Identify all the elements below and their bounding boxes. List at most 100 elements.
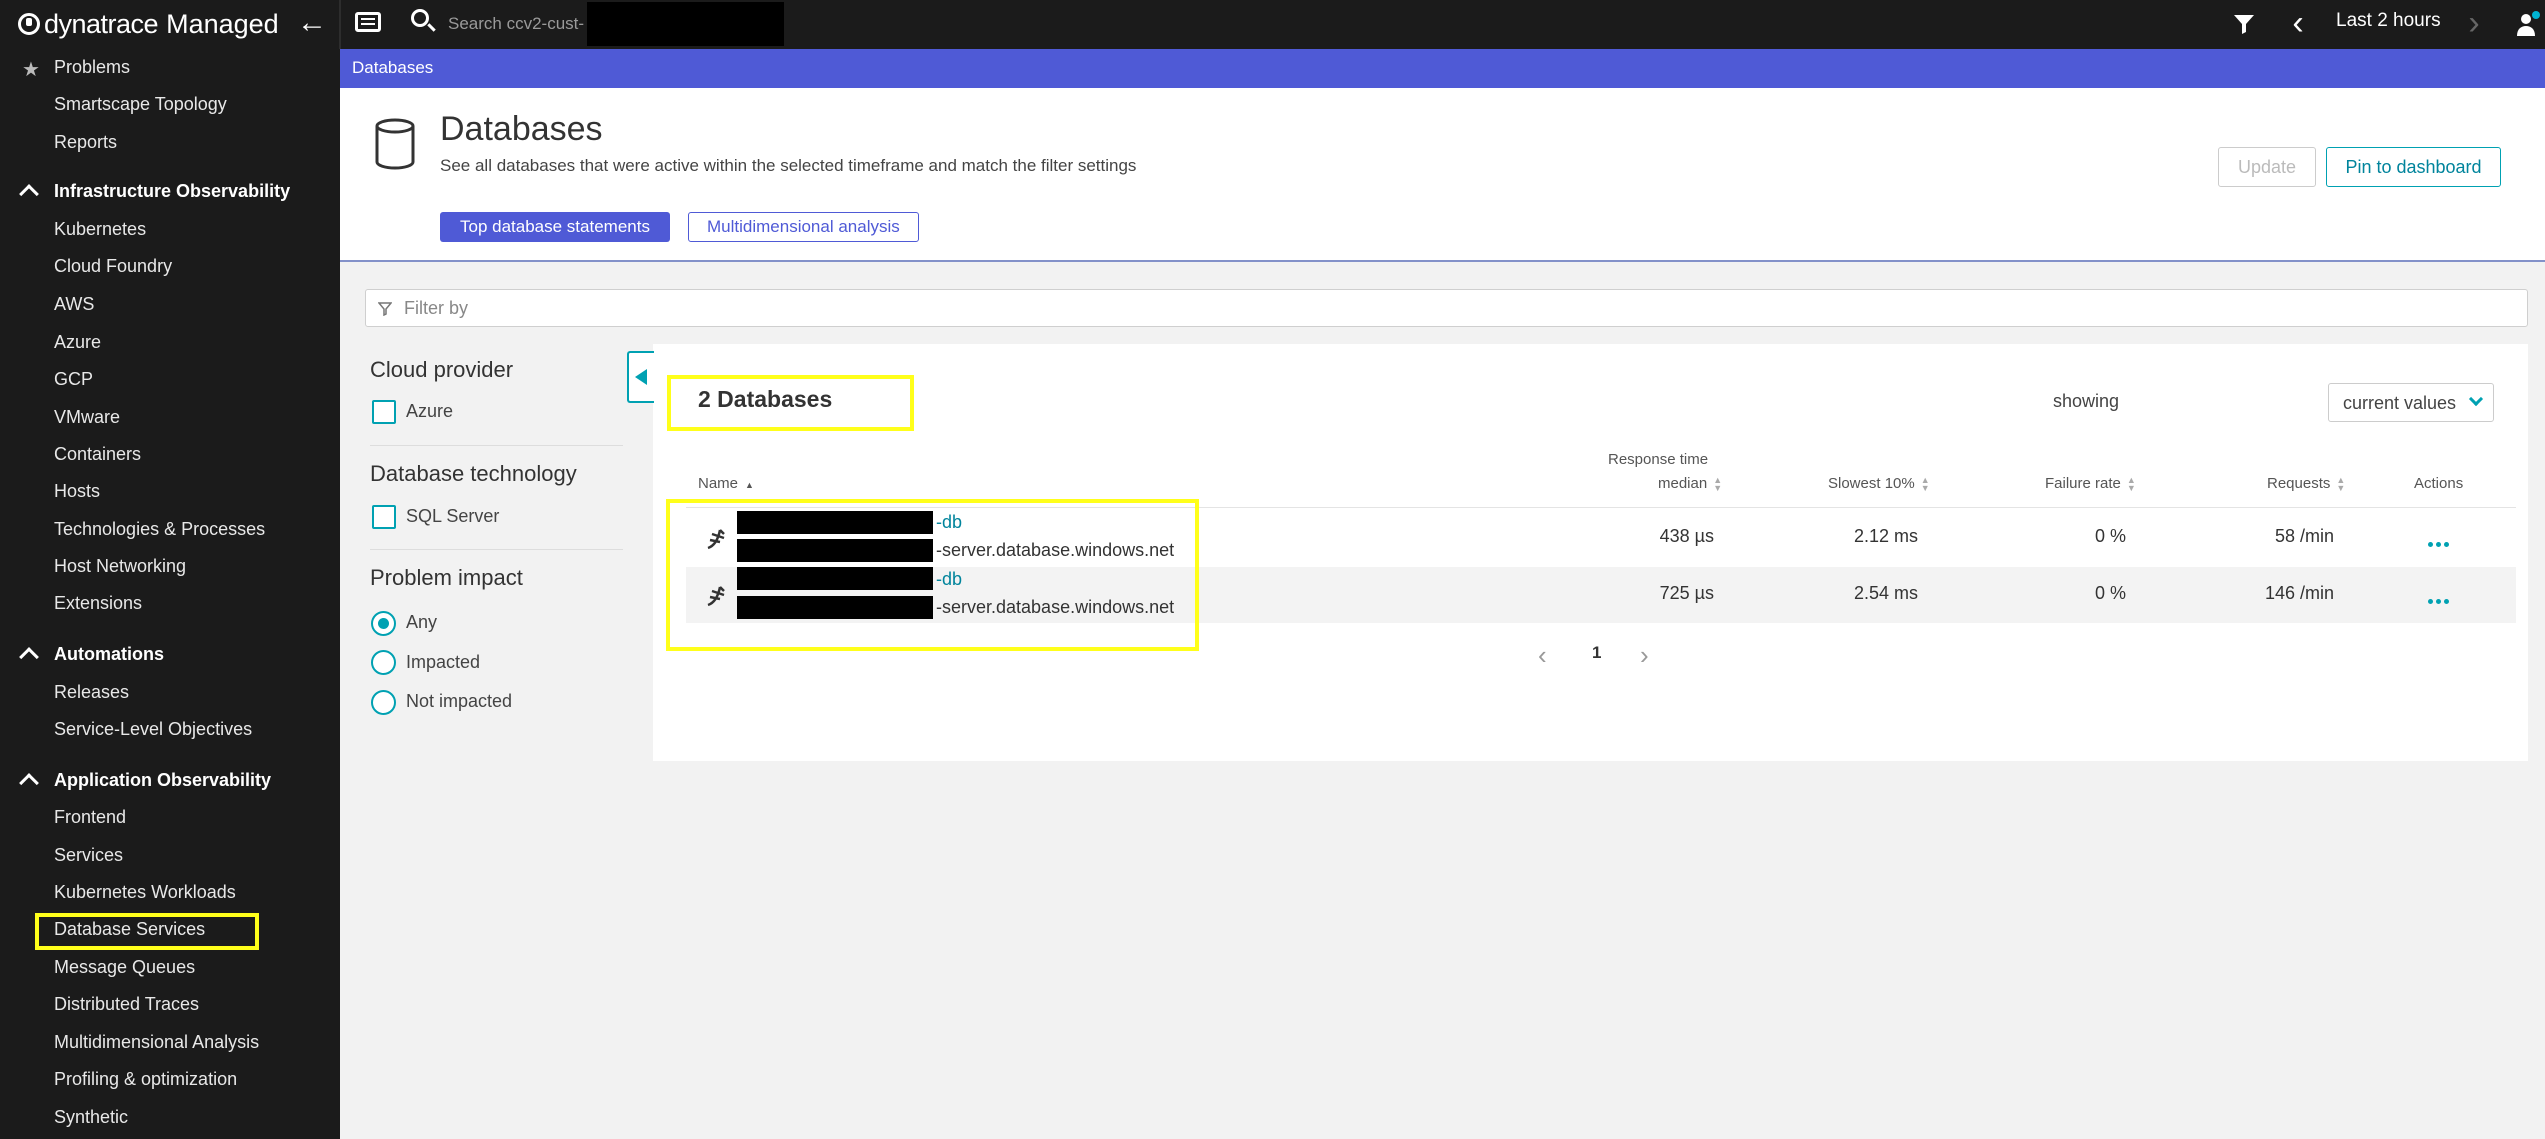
pin-to-dashboard-button[interactable]: Pin to dashboard [2326, 147, 2501, 187]
facet-label-any[interactable]: Any [406, 612, 437, 633]
facet-title-cloud-provider: Cloud provider [370, 357, 514, 382]
showing-label: showing [2053, 391, 2120, 411]
chevron-up-icon[interactable] [19, 773, 39, 793]
sidebar-item-containers[interactable]: Containers [54, 444, 141, 465]
column-header-slowest[interactable]: Slowest 10% ▲ ▼ [1828, 475, 1930, 494]
filter-bar[interactable] [365, 289, 2528, 327]
pagination-page-number[interactable]: 1 [1592, 643, 1601, 663]
highlight-box [666, 499, 1199, 651]
sidebar-item-releases[interactable]: Releases [54, 682, 129, 703]
filter-funnel-icon[interactable] [2232, 12, 2256, 36]
sort-icon: ▲ ▼ [2336, 475, 2346, 494]
column-header-name[interactable]: Name ▲ [698, 475, 754, 492]
redacted-region [587, 2, 784, 46]
timeframe-selector[interactable]: Last 2 hours [2336, 10, 2441, 32]
column-header-response-line2[interactable]: median ▲ ▼ [1658, 475, 1723, 494]
checkbox-sql-server[interactable] [372, 505, 396, 529]
sort-icon: ▲ ▼ [1713, 475, 1723, 494]
chevron-up-icon[interactable] [19, 647, 39, 667]
sidebar-section-automations[interactable]: Automations [54, 644, 164, 665]
more-actions-icon[interactable] [2428, 591, 2452, 604]
chevron-up-icon[interactable] [19, 184, 39, 204]
sidebar-item-cloud-foundry[interactable]: Cloud Foundry [54, 256, 172, 277]
sidebar-item-reports[interactable]: Reports [54, 132, 117, 153]
next-timeframe-chevron-icon[interactable]: › [2460, 6, 2488, 42]
page-description: See all databases that were active withi… [440, 156, 1137, 175]
dynatrace-logo-icon [18, 13, 40, 35]
page-header: Databases See all databases that were ac… [340, 88, 2545, 262]
sidebar-item-technologies[interactable]: Technologies & Processes [54, 519, 265, 540]
facet-label-impacted[interactable]: Impacted [406, 652, 480, 673]
column-header-failure[interactable]: Failure rate ▲ ▼ [2045, 475, 2136, 494]
sort-icon: ▲ ▼ [1920, 475, 1930, 494]
column-header-name-label: Name [698, 475, 739, 492]
search-icon[interactable] [411, 9, 429, 27]
cell-requests: 58 /min [2274, 526, 2334, 546]
radio-impacted[interactable] [371, 650, 396, 675]
collapse-facets-arrow-icon[interactable] [627, 351, 654, 403]
facet-label-not-impacted[interactable]: Not impacted [406, 691, 512, 712]
top-database-statements-button[interactable]: Top database statements [440, 212, 670, 242]
highlight-box [667, 375, 914, 431]
breadcrumb-bar: Databases [340, 49, 2545, 88]
brand-name: dynatrace [44, 8, 159, 39]
filter-funnel-icon [378, 302, 392, 316]
sidebar-section-infrastructure[interactable]: Infrastructure Observability [54, 181, 290, 202]
sidebar-item-vmware[interactable]: VMware [54, 407, 120, 428]
previous-timeframe-chevron-icon[interactable]: ‹ [2284, 6, 2312, 42]
sidebar-item-frontend[interactable]: Frontend [54, 807, 126, 828]
sidebar-item-problems[interactable]: Problems [54, 57, 130, 78]
column-header-slowest-label: Slowest 10% [1828, 475, 1915, 492]
dynatrace-logo[interactable]: dynatrace Managed [18, 6, 279, 42]
divider [370, 445, 623, 446]
breadcrumb[interactable]: Databases [352, 58, 433, 78]
radio-not-impacted[interactable] [371, 690, 396, 715]
user-account-icon[interactable] [2516, 10, 2540, 38]
sidebar-section-application[interactable]: Application Observability [54, 770, 271, 791]
sidebar-item-multidimensional-analysis[interactable]: Multidimensional Analysis [54, 1032, 259, 1053]
divider [370, 549, 623, 550]
sidebar-item-kubernetes[interactable]: Kubernetes [54, 219, 146, 240]
sidebar-item-services[interactable]: Services [54, 845, 123, 866]
showing-select[interactable]: current values [2328, 383, 2494, 422]
sidebar-item-gcp[interactable]: GCP [54, 369, 93, 390]
sidebar-item-distributed-traces[interactable]: Distributed Traces [54, 994, 199, 1015]
sidebar-item-kubernetes-workloads[interactable]: Kubernetes Workloads [54, 882, 236, 903]
facet-title-db-technology: Database technology [370, 461, 577, 486]
sidebar-item-message-queues[interactable]: Message Queues [54, 957, 195, 978]
column-header-requests[interactable]: Requests ▲ ▼ [2267, 475, 2346, 494]
pagination-next-chevron-icon[interactable]: › [1640, 640, 1649, 671]
sidebar-item-aws[interactable]: AWS [54, 294, 94, 315]
update-button[interactable]: Update [2218, 147, 2316, 187]
dashboard-monitor-icon[interactable] [355, 12, 381, 32]
facet-label-sql-server[interactable]: SQL Server [406, 506, 499, 527]
topbar-divider [339, 0, 341, 49]
star-icon[interactable]: ★ [22, 57, 40, 82]
facet-label-azure[interactable]: Azure [406, 401, 453, 422]
column-header-failure-label: Failure rate [2045, 475, 2121, 492]
pagination-previous-chevron-icon[interactable]: ‹ [1538, 640, 1547, 671]
multidimensional-analysis-button[interactable]: Multidimensional analysis [688, 212, 919, 242]
sidebar-item-synthetic[interactable]: Synthetic [54, 1107, 128, 1128]
column-header-response-label: median [1658, 475, 1708, 492]
collapse-sidebar-arrow-icon[interactable]: ← [296, 8, 328, 40]
sidebar-item-azure[interactable]: Azure [54, 332, 101, 353]
showing-select-value: current values [2343, 393, 2457, 413]
cell-requests: 146 /min [2264, 583, 2334, 603]
filter-input[interactable] [404, 294, 1404, 322]
checkbox-azure[interactable] [372, 400, 396, 424]
sort-icon: ▲ ▼ [2126, 475, 2136, 494]
column-header-response-line1[interactable]: Response time [1608, 451, 1708, 468]
top-bar: dynatrace Managed ← ‹ Last 2 hours › [0, 0, 2545, 49]
sidebar-item-smartscape[interactable]: Smartscape Topology [54, 94, 227, 115]
sidebar-item-hosts[interactable]: Hosts [54, 481, 100, 502]
cell-failure-rate: 0 % [2094, 583, 2126, 603]
more-actions-icon[interactable] [2428, 534, 2452, 547]
sidebar-item-slo[interactable]: Service-Level Objectives [54, 719, 252, 740]
sidebar-item-host-networking[interactable]: Host Networking [54, 556, 186, 577]
sidebar-item-extensions[interactable]: Extensions [54, 593, 142, 614]
cell-failure-rate: 0 % [2094, 526, 2126, 546]
column-header-requests-label: Requests [2267, 475, 2331, 492]
sidebar-item-profiling[interactable]: Profiling & optimization [54, 1069, 237, 1090]
radio-any[interactable] [371, 611, 396, 636]
